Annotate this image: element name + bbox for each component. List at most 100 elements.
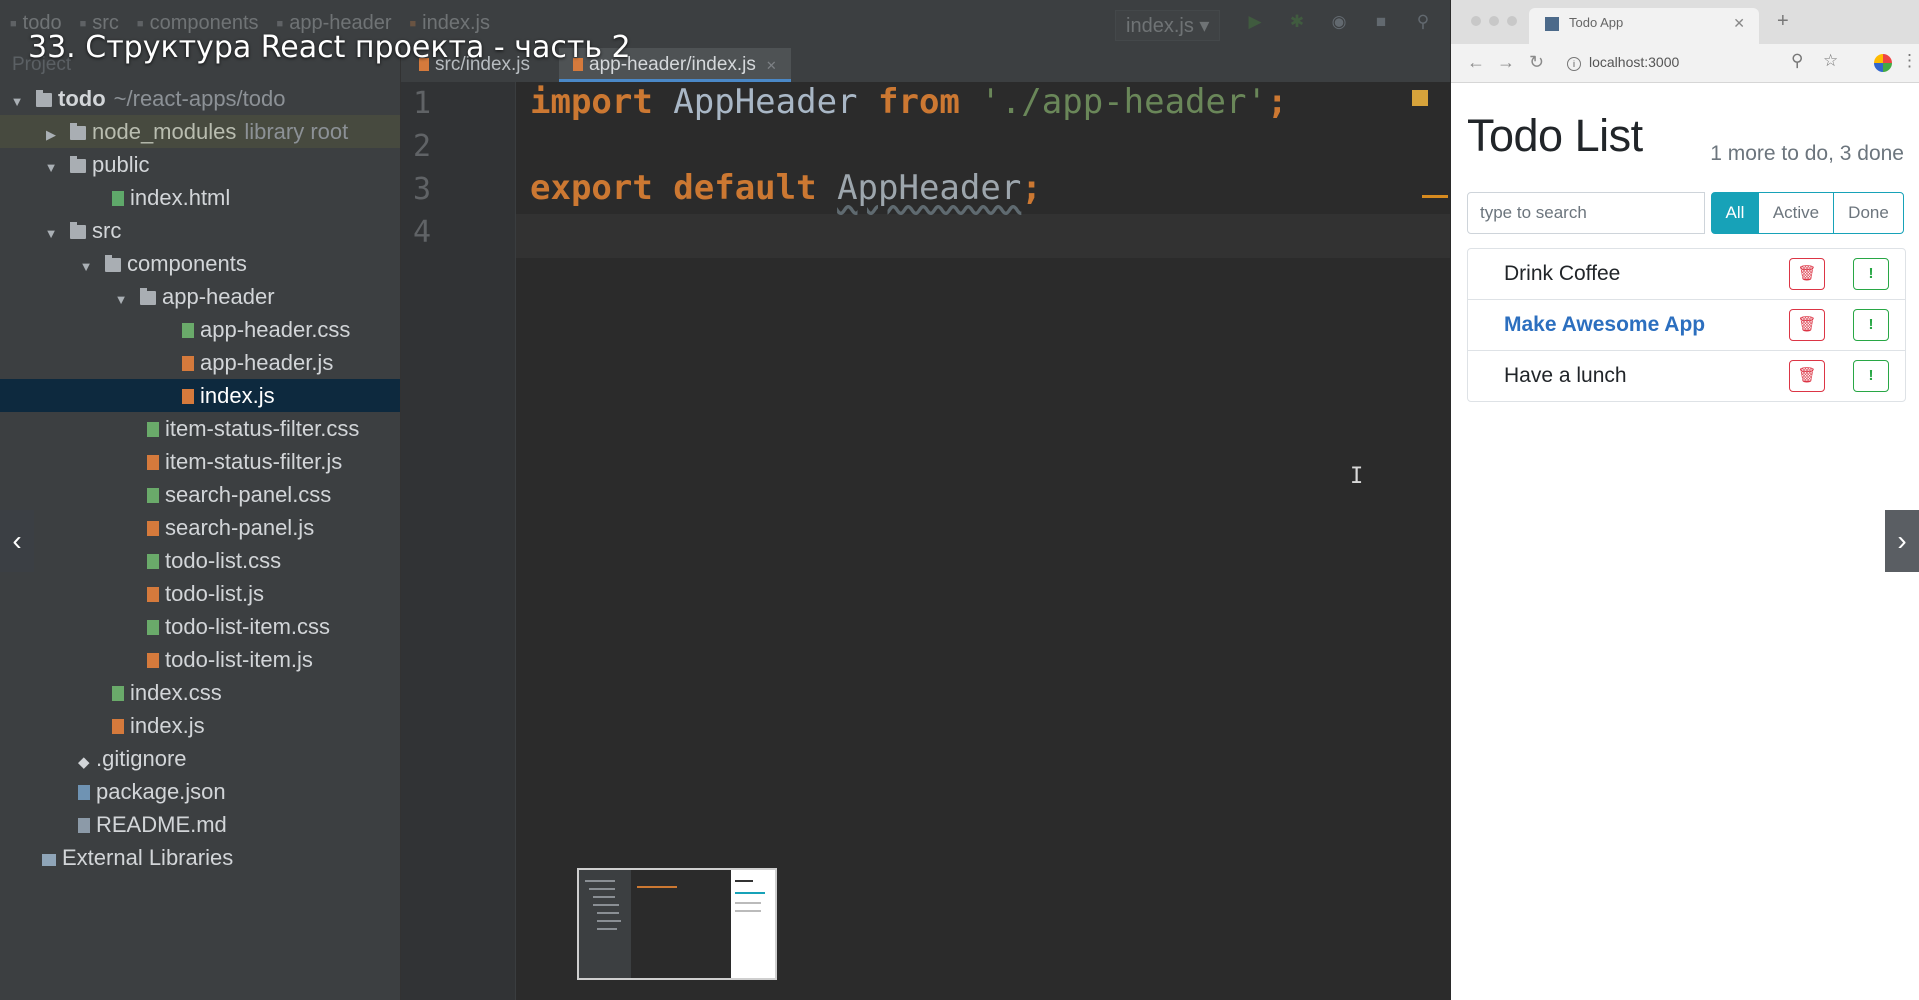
chevron-down-icon[interactable]: ▼ [10, 85, 24, 118]
list-item[interactable]: Make Awesome App 🗑 ! [1468, 300, 1905, 351]
tree-item-item-status-filter-js[interactable]: item-status-filter.js [0, 445, 400, 478]
tree-item-components[interactable]: ▼ components [0, 247, 400, 280]
tree-item-search-panel-css[interactable]: search-panel.css [0, 478, 400, 511]
todo-item-label[interactable]: Drink Coffee [1504, 262, 1620, 286]
menu-kebab-icon[interactable]: ⋮ [1901, 51, 1918, 71]
run-configuration-select[interactable]: index.js ▾ [1115, 10, 1221, 41]
chevron-down-icon[interactable]: ▼ [114, 283, 128, 316]
tree-item-index-css[interactable]: index.css [0, 676, 400, 709]
folder-icon [70, 156, 86, 173]
video-title: 33. Структура React проекта - часть 2 [28, 30, 631, 65]
warning-marker-icon[interactable] [1412, 90, 1428, 106]
thumbnail-browser [731, 870, 775, 978]
exclamation-icon[interactable]: ! [1853, 309, 1889, 341]
todo-item-label[interactable]: Have a lunch [1504, 364, 1627, 388]
tree-item-todo-list-item-js[interactable]: todo-list-item.js [0, 643, 400, 676]
tree-item-index-js[interactable]: index.js [0, 709, 400, 742]
tree-item-todo-list-css[interactable]: todo-list.css [0, 544, 400, 577]
project-panel: Project ▼ todo ~/react-apps/todo ▶ node_mod… [0, 48, 401, 1000]
error-stripe-marker[interactable] [1422, 195, 1448, 198]
chevron-down-icon[interactable]: ▼ [44, 151, 58, 184]
js-file-icon [112, 719, 124, 734]
list-item[interactable]: Drink Coffee 🗑 ! [1468, 249, 1905, 300]
trash-icon[interactable]: 🗑 [1789, 360, 1825, 392]
css-file-icon [112, 686, 124, 701]
debug-icon[interactable]: ✱ [1287, 12, 1307, 32]
run-icon[interactable]: ▶ [1245, 12, 1265, 32]
browser-tab[interactable]: Todo App ✕ [1529, 8, 1759, 44]
close-icon[interactable]: ✕ [766, 58, 777, 73]
profile-avatar[interactable] [1874, 54, 1892, 72]
previous-slide-button[interactable]: ‹ [0, 510, 34, 572]
tree-item-todo-list-item-css[interactable]: todo-list-item.css [0, 610, 400, 643]
todo-list: Drink Coffee 🗑 ! Make Awesome App 🗑 ! Ha… [1467, 248, 1906, 402]
js-file-icon [147, 455, 159, 470]
coverage-icon[interactable]: ◉ [1329, 12, 1349, 32]
line-number: 2 [413, 129, 432, 164]
tree-item-package-json[interactable]: package.json [0, 775, 400, 808]
tree-item-app-header[interactable]: ▼ app-header [0, 280, 400, 313]
tree-item-index-html[interactable]: index.html [0, 181, 400, 214]
code-editor[interactable]: import AppHeader from './app-header'; ex… [516, 82, 1450, 1000]
tree-item-external-libraries[interactable]: External Libraries [0, 841, 400, 874]
tree-item-todo[interactable]: ▼ todo ~/react-apps/todo [0, 82, 400, 115]
folder-icon [70, 222, 86, 239]
todo-count: 1 more to do, 3 done [1710, 142, 1904, 165]
line-number: 3 [413, 172, 432, 207]
tree-item-readme[interactable]: README.md [0, 808, 400, 841]
tree-item-app-header-css[interactable]: app-header.css [0, 313, 400, 346]
todo-item-label[interactable]: Make Awesome App [1504, 313, 1705, 337]
stop-icon[interactable]: ■ [1371, 12, 1391, 32]
filter-done-button[interactable]: Done [1833, 192, 1904, 234]
list-item[interactable]: Have a lunch 🗑 ! [1468, 351, 1905, 401]
folder-icon [70, 123, 86, 140]
tree-item-app-header-js[interactable]: app-header.js [0, 346, 400, 379]
search-input[interactable] [1467, 192, 1705, 234]
code-line-1: import AppHeader from './app-header'; [530, 82, 1288, 122]
reload-icon[interactable]: ↻ [1529, 52, 1544, 73]
todo-app: Todo List 1 more to do, 3 done All Activ… [1467, 110, 1906, 402]
folder-icon [105, 255, 121, 272]
tree-item-gitignore[interactable]: ◆ .gitignore [0, 742, 400, 775]
folder-icon [140, 288, 156, 305]
tree-item-node-modules[interactable]: ▶ node_modules library root [0, 115, 400, 148]
zoom-icon[interactable]: ⚲ [1791, 51, 1803, 71]
chevron-down-icon[interactable]: ▼ [44, 217, 58, 250]
tree-item-todo-list-js[interactable]: todo-list.js [0, 577, 400, 610]
search-panel: All Active Done [1467, 192, 1904, 234]
js-file-icon [182, 389, 194, 404]
md-file-icon [78, 818, 90, 833]
next-slide-button[interactable]: › [1885, 510, 1919, 572]
bookmark-star-icon[interactable]: ☆ [1823, 51, 1838, 71]
browser-tabstrip: Todo App ✕ + [1451, 0, 1919, 44]
exclamation-icon[interactable]: ! [1853, 258, 1889, 290]
window-controls[interactable] [1471, 16, 1517, 26]
trash-icon[interactable]: 🗑 [1789, 258, 1825, 290]
url-field[interactable]: i localhost:3000 [1567, 54, 1679, 71]
js-file-icon [147, 587, 159, 602]
new-tab-button[interactable]: + [1777, 10, 1789, 33]
json-file-icon [78, 785, 90, 800]
search-icon[interactable]: ⚲ [1413, 12, 1433, 32]
tree-item-public[interactable]: ▼ public [0, 148, 400, 181]
chevron-down-icon[interactable]: ▼ [79, 250, 93, 283]
info-icon[interactable]: i [1567, 57, 1581, 71]
close-tab-icon[interactable]: ✕ [1733, 8, 1745, 38]
chevron-right-icon[interactable]: ▶ [44, 118, 58, 151]
favicon-icon [1545, 17, 1559, 31]
filter-active-button[interactable]: Active [1758, 192, 1834, 234]
js-file-icon [147, 653, 159, 668]
html-file-icon [112, 191, 124, 206]
exclamation-icon[interactable]: ! [1853, 360, 1889, 392]
line-number-gutter: 1 2 3 4 [401, 82, 516, 1000]
tree-item-search-panel-js[interactable]: search-panel.js [0, 511, 400, 544]
filter-all-button[interactable]: All [1711, 192, 1759, 234]
line-number: 4 [413, 215, 432, 250]
tree-item-src[interactable]: ▼ src [0, 214, 400, 247]
forward-arrow-icon[interactable]: → [1497, 52, 1515, 73]
tree-item-index-js-selected[interactable]: index.js [0, 379, 400, 412]
back-arrow-icon[interactable]: ← [1467, 52, 1485, 73]
tree-item-item-status-filter-css[interactable]: item-status-filter.css [0, 412, 400, 445]
css-file-icon [147, 422, 159, 437]
trash-icon[interactable]: 🗑 [1789, 309, 1825, 341]
